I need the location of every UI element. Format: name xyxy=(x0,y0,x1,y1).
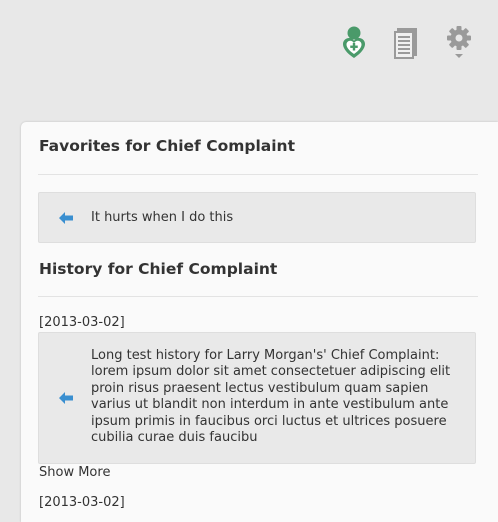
favorite-item[interactable]: It hurts when I do this xyxy=(38,192,476,243)
history-date: [2013-03-02] xyxy=(39,495,125,510)
notes-icon[interactable] xyxy=(393,27,419,59)
arrow-left-icon[interactable] xyxy=(59,212,73,224)
divider xyxy=(38,296,478,297)
chief-complaint-panel: Favorites for Chief Complaint It hurts w… xyxy=(21,122,498,522)
settings-icon[interactable] xyxy=(445,24,473,60)
history-title: History for Chief Complaint xyxy=(39,260,278,278)
history-text-line: proin risus praesent lectus vestibulum q… xyxy=(91,380,429,396)
history-item-text: Long test history for Larry Morgan's' Ch… xyxy=(91,348,450,446)
divider xyxy=(38,174,478,175)
toolbar xyxy=(0,0,498,80)
history-text-line: lorem ipsum dolor sit amet consectetuer … xyxy=(91,364,451,380)
history-date: [2013-03-02] xyxy=(39,315,125,330)
history-item[interactable]: Long test history for Larry Morgan's' Ch… xyxy=(38,332,476,464)
arrow-left-icon[interactable] xyxy=(59,392,73,404)
history-text-line: ipsum primis in faucibus orci luctus et … xyxy=(91,413,447,429)
history-text-line: Long test history for Larry Morgan's' Ch… xyxy=(91,348,440,363)
show-more-link[interactable]: Show More xyxy=(39,465,110,480)
favorite-item-text: It hurts when I do this xyxy=(91,210,234,225)
patient-icon[interactable] xyxy=(339,24,369,60)
history-text-line: cubilia curae duis faucibu xyxy=(91,430,258,446)
history-text-line: varius ut blandit non interdum in ante v… xyxy=(91,397,449,413)
favorites-title: Favorites for Chief Complaint xyxy=(39,137,295,155)
